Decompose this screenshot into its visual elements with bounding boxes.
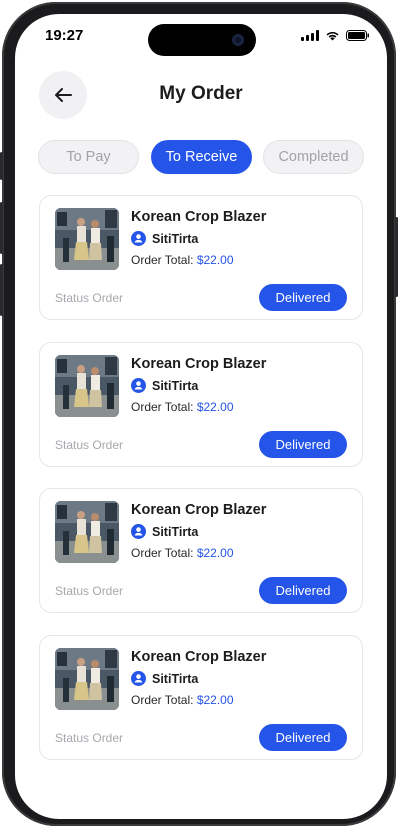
shop-name: SitiTirta <box>152 231 199 246</box>
power-button <box>395 217 398 297</box>
status-order-label: Status Order <box>55 438 124 452</box>
product-name[interactable]: Korean Crop Blazer <box>131 356 266 372</box>
order-total: Order Total: $22.00 <box>131 253 234 267</box>
delivered-button[interactable]: Delivered <box>259 431 347 458</box>
order-total-value: $22.00 <box>196 693 234 707</box>
tab-completed[interactable]: Completed <box>263 140 364 174</box>
order-total-value: $22.00 <box>196 546 234 560</box>
tab-to-pay[interactable]: To Pay <box>38 140 139 174</box>
shop-name: SitiTirta <box>152 671 199 686</box>
delivered-button[interactable]: Delivered <box>259 577 347 604</box>
product-image[interactable] <box>55 648 119 710</box>
battery-icon <box>346 30 369 41</box>
product-image[interactable] <box>55 208 119 270</box>
order-card[interactable]: Korean Crop Blazer SitiTirta Order Total… <box>39 195 363 320</box>
signal-icon <box>301 30 319 41</box>
action-button <box>0 152 3 180</box>
shop-name: SitiTirta <box>152 524 199 539</box>
app-screen: 19:27 My Order To Pay To Receive Complet… <box>15 14 387 819</box>
status-order-label: Status Order <box>55 584 124 598</box>
status-order-label: Status Order <box>55 731 124 745</box>
order-card[interactable]: Korean Crop Blazer SitiTirta Order Total… <box>39 342 363 467</box>
shop-info[interactable]: SitiTirta <box>131 671 198 686</box>
order-tabs: To Pay To Receive Completed <box>38 140 364 176</box>
user-icon <box>131 671 146 686</box>
phone-frame: 19:27 My Order To Pay To Receive Complet… <box>0 2 398 826</box>
order-total: Order Total: $22.00 <box>131 693 234 707</box>
product-image[interactable] <box>55 501 119 563</box>
dynamic-island <box>148 24 256 56</box>
page-title: My Order <box>159 83 243 104</box>
status-icons <box>301 30 370 41</box>
order-total-label: Order Total: <box>131 253 194 267</box>
order-total-label: Order Total: <box>131 400 194 414</box>
user-icon <box>131 231 146 246</box>
order-total-label: Order Total: <box>131 693 194 707</box>
status-order-label: Status Order <box>55 291 124 305</box>
order-total: Order Total: $22.00 <box>131 546 234 560</box>
shop-name: SitiTirta <box>152 378 199 393</box>
camera-icon <box>232 34 244 46</box>
shop-info[interactable]: SitiTirta <box>131 231 198 246</box>
user-icon <box>131 378 146 393</box>
product-name[interactable]: Korean Crop Blazer <box>131 209 266 225</box>
user-icon <box>131 524 146 539</box>
wifi-icon <box>326 31 339 41</box>
shop-info[interactable]: SitiTirta <box>131 378 198 393</box>
product-image[interactable] <box>55 355 119 417</box>
order-total-label: Order Total: <box>131 546 194 560</box>
delivered-button[interactable]: Delivered <box>259 724 347 751</box>
product-name[interactable]: Korean Crop Blazer <box>131 502 266 518</box>
order-total: Order Total: $22.00 <box>131 400 234 414</box>
shop-info[interactable]: SitiTirta <box>131 524 198 539</box>
volume-down-button <box>0 264 3 316</box>
tab-to-receive[interactable]: To Receive <box>151 140 252 174</box>
order-card[interactable]: Korean Crop Blazer SitiTirta Order Total… <box>39 635 363 760</box>
order-total-value: $22.00 <box>196 400 234 414</box>
volume-up-button <box>0 202 3 254</box>
order-total-value: $22.00 <box>196 253 234 267</box>
status-time: 19:27 <box>45 27 84 44</box>
delivered-button[interactable]: Delivered <box>259 284 347 311</box>
order-card[interactable]: Korean Crop Blazer SitiTirta Order Total… <box>39 488 363 613</box>
product-name[interactable]: Korean Crop Blazer <box>131 649 266 665</box>
